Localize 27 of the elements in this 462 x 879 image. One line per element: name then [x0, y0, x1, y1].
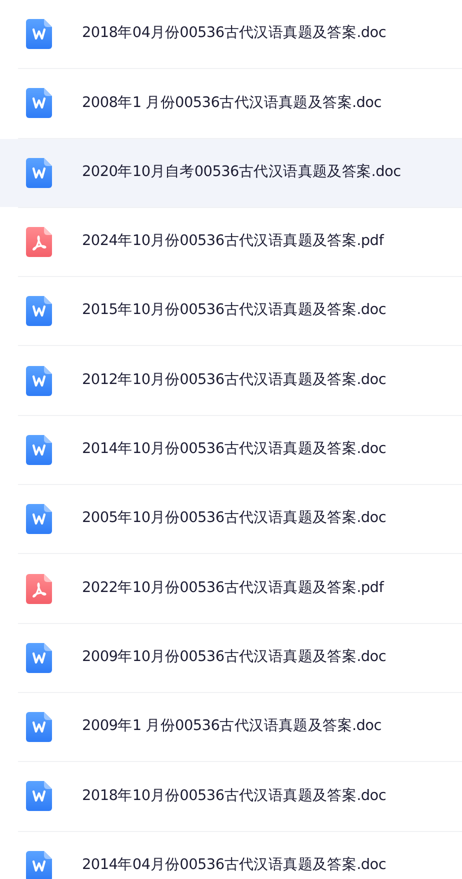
- file-name: 2012年10月份00536古代汉语真题及答案.doc: [82, 370, 386, 390]
- file-name: 2015年10月份00536古代汉语真题及答案.doc: [82, 300, 386, 320]
- file-list-item[interactable]: 2020年10月自考00536古代汉语真题及答案.doc: [0, 138, 462, 207]
- pdf-document-icon: [26, 227, 52, 258]
- word-document-icon: [26, 296, 52, 326]
- word-document-icon: [26, 366, 52, 396]
- file-name: 2005年10月份00536古代汉语真题及答案.doc: [82, 508, 386, 528]
- file-name: 2024年10月份00536古代汉语真题及答案.pdf: [82, 232, 384, 252]
- word-document-icon: [26, 850, 52, 879]
- word-document-icon: [26, 158, 52, 188]
- file-name: 2022年10月份00536古代汉语真题及答案.pdf: [82, 578, 384, 598]
- word-document-icon: [26, 88, 52, 118]
- word-document-icon: [26, 712, 52, 742]
- file-name: 2008年1 月份00536古代汉语真题及答案.doc: [82, 94, 382, 113]
- word-document-icon: [26, 781, 52, 812]
- word-document-icon: [26, 434, 52, 465]
- file-name: 2018年10月份00536古代汉语真题及答案.doc: [82, 786, 386, 806]
- file-name: 2014年04月份00536古代汉语真题及答案.doc: [82, 856, 386, 875]
- file-name: 2014年10月份00536古代汉语真题及答案.doc: [82, 440, 386, 460]
- file-name: 2018年04月份00536古代汉语真题及答案.doc: [82, 24, 386, 44]
- word-document-icon: [26, 19, 52, 50]
- word-document-icon: [26, 642, 52, 673]
- file-name: 2009年1 月份00536古代汉语真题及答案.doc: [82, 716, 382, 736]
- file-name: 2020年10月自考00536古代汉语真题及答案.doc: [82, 162, 401, 182]
- pdf-document-icon: [26, 574, 52, 604]
- file-name: 2009年10月份00536古代汉语真题及答案.doc: [82, 648, 386, 667]
- word-document-icon: [26, 504, 52, 534]
